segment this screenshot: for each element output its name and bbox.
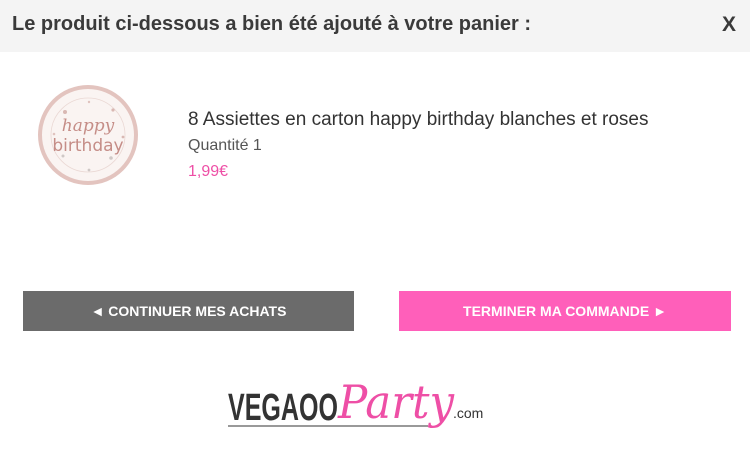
logo-com-text: .com <box>453 405 483 421</box>
checkout-button[interactable]: TERMINER MA COMMANDE ► <box>399 291 731 331</box>
product-quantity: Quantité 1 <box>188 137 262 154</box>
continue-shopping-button[interactable]: ◄ CONTINUER MES ACHATS <box>23 291 354 331</box>
close-button[interactable]: X <box>722 13 736 37</box>
dialog-title: Le produit ci-dessous a bien été ajouté … <box>12 13 532 35</box>
vegaoo-party-logo[interactable]: VEGAOO Party .com <box>228 368 493 446</box>
product-image-text-1: happy <box>62 116 115 136</box>
product-image[interactable]: happy birthday <box>35 82 141 188</box>
logo-vegaoo-text: VEGAOO <box>228 387 338 429</box>
product-name[interactable]: 8 Assiettes en carton happy birthday bla… <box>188 109 649 131</box>
dialog-header: Le produit ci-dessous a bien été ajouté … <box>0 0 750 52</box>
product-price: 1,99€ <box>188 163 229 180</box>
product-image-text-2: birthday <box>52 136 123 156</box>
logo-party-text: Party <box>337 375 455 429</box>
